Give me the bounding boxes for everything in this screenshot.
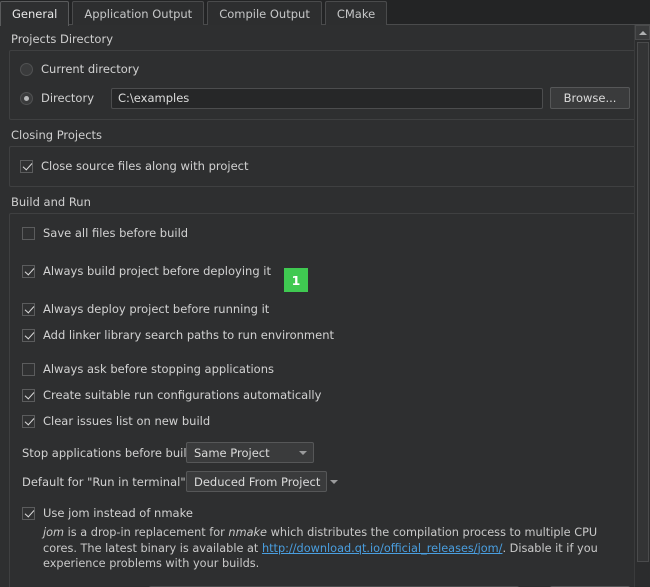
jom-download-link[interactable]: http://download.qt.io/official_releases/… (262, 542, 503, 555)
checkbox-always-build-before-deploy[interactable] (22, 264, 35, 278)
radio-directory[interactable] (20, 91, 33, 105)
radio-current-directory-label: Current directory (41, 62, 140, 76)
tab-general-label: General (12, 7, 58, 21)
tab-application-output[interactable]: Application Output (72, 1, 205, 25)
checkbox-always-ask-before-stopping[interactable] (22, 362, 35, 376)
checkbox-always-deploy-before-run[interactable] (22, 302, 35, 316)
group-closing-projects-frame: Close source files along with project (9, 146, 641, 187)
checkbox-create-run-configs[interactable] (22, 388, 35, 402)
row-close-source-files[interactable]: Close source files along with project (20, 157, 630, 175)
checkbox-add-linker-paths-label: Add linker library search paths to run e… (43, 328, 335, 342)
checkbox-clear-issues-list[interactable] (22, 414, 35, 428)
row-current-directory[interactable]: Current directory (20, 60, 630, 78)
checkbox-save-all-files[interactable] (22, 226, 35, 240)
row-use-jom[interactable]: Use jom instead of nmake (22, 504, 630, 522)
stop-applications-label: Stop applications before building: (22, 445, 216, 460)
row-always-deploy-before-run[interactable]: Always deploy project before running it (22, 300, 630, 318)
scroll-up-button[interactable] (635, 25, 650, 40)
checkbox-close-source-files[interactable] (20, 159, 33, 173)
group-projects-directory: Projects Directory Current directory Dir… (9, 32, 641, 120)
row-create-run-configs[interactable]: Create suitable run configurations autom… (22, 386, 630, 404)
row-always-build-before-deploy[interactable]: Always build project before deploying it… (22, 250, 630, 292)
scrollbar-track[interactable] (635, 40, 650, 587)
run-in-terminal-combo-value: Deduced From Project (194, 474, 321, 489)
group-build-and-run: Build and Run Save all files before buil… (9, 195, 641, 587)
group-projects-directory-title: Projects Directory (11, 32, 113, 46)
directory-path-input[interactable]: C:\examples (111, 87, 543, 109)
row-clear-issues-list[interactable]: Clear issues list on new build (22, 412, 630, 430)
checkbox-use-jom[interactable] (22, 506, 35, 520)
jom-description: jom is a drop-in replacement for nmake w… (43, 525, 615, 572)
tab-compile-output[interactable]: Compile Output (207, 1, 322, 25)
group-closing-projects: Closing Projects Close source files alon… (9, 128, 641, 187)
browse-button[interactable]: Browse... (550, 87, 630, 109)
tab-cmake[interactable]: CMake (324, 1, 388, 25)
row-save-all-files[interactable]: Save all files before build (22, 224, 630, 242)
run-in-terminal-label: Default for "Run in terminal": (22, 474, 190, 489)
scroll-up-arrow-icon (638, 30, 647, 35)
checkbox-save-all-files-label: Save all files before build (43, 226, 189, 240)
row-add-linker-paths[interactable]: Add linker library search paths to run e… (22, 326, 630, 344)
group-projects-directory-frame: Current directory Directory C:\examples … (9, 50, 641, 120)
radio-directory-label: Directory (41, 91, 95, 105)
row-directory: Directory C:\examples Browse... (20, 87, 630, 109)
vertical-scrollbar[interactable] (634, 25, 650, 587)
group-build-and-run-frame: Save all files before build Always build… (9, 213, 641, 587)
chevron-down-icon (299, 450, 307, 455)
badge-1: 1 (284, 268, 308, 292)
row-stop-applications: Stop applications before building: Same … (22, 442, 630, 463)
checkbox-close-source-files-label: Close source files along with project (41, 159, 249, 173)
checkbox-add-linker-paths[interactable] (22, 328, 35, 342)
checkbox-create-run-configs-label: Create suitable run configurations autom… (43, 388, 322, 402)
checkbox-always-deploy-before-run-label: Always deploy project before running it (43, 302, 270, 316)
tab-cmake-label: CMake (336, 7, 376, 21)
tab-application-output-label: Application Output (84, 7, 193, 21)
jom-description-nmake: nmake (228, 526, 267, 539)
checkbox-always-build-before-deploy-label: Always build project before deploying it (43, 264, 271, 278)
checkbox-clear-issues-list-label: Clear issues list on new build (43, 414, 211, 428)
settings-pane: Projects Directory Current directory Dir… (0, 25, 650, 587)
tab-bar: General Application Output Compile Outpu… (0, 0, 650, 26)
jom-description-part2: is a drop-in replacement for (64, 526, 229, 539)
jom-description-jom: jom (43, 526, 65, 539)
row-always-ask-before-stopping[interactable]: Always ask before stopping applications (22, 360, 630, 378)
group-build-and-run-title: Build and Run (11, 195, 91, 209)
radio-current-directory[interactable] (20, 62, 33, 76)
group-closing-projects-title: Closing Projects (11, 128, 103, 142)
stop-applications-combo[interactable]: Same Project (186, 442, 314, 463)
chevron-down-icon-2 (330, 479, 339, 484)
tab-general[interactable]: General (0, 1, 70, 26)
row-run-in-terminal: Default for "Run in terminal": Deduced F… (22, 471, 630, 492)
checkbox-always-ask-before-stopping-label: Always ask before stopping applications (43, 362, 274, 376)
scrollbar-thumb[interactable] (637, 42, 649, 562)
run-in-terminal-combo[interactable]: Deduced From Project (186, 471, 339, 492)
tab-compile-output-label: Compile Output (219, 7, 310, 21)
checkbox-use-jom-label: Use jom instead of nmake (43, 506, 193, 520)
stop-applications-combo-value: Same Project (194, 445, 270, 460)
